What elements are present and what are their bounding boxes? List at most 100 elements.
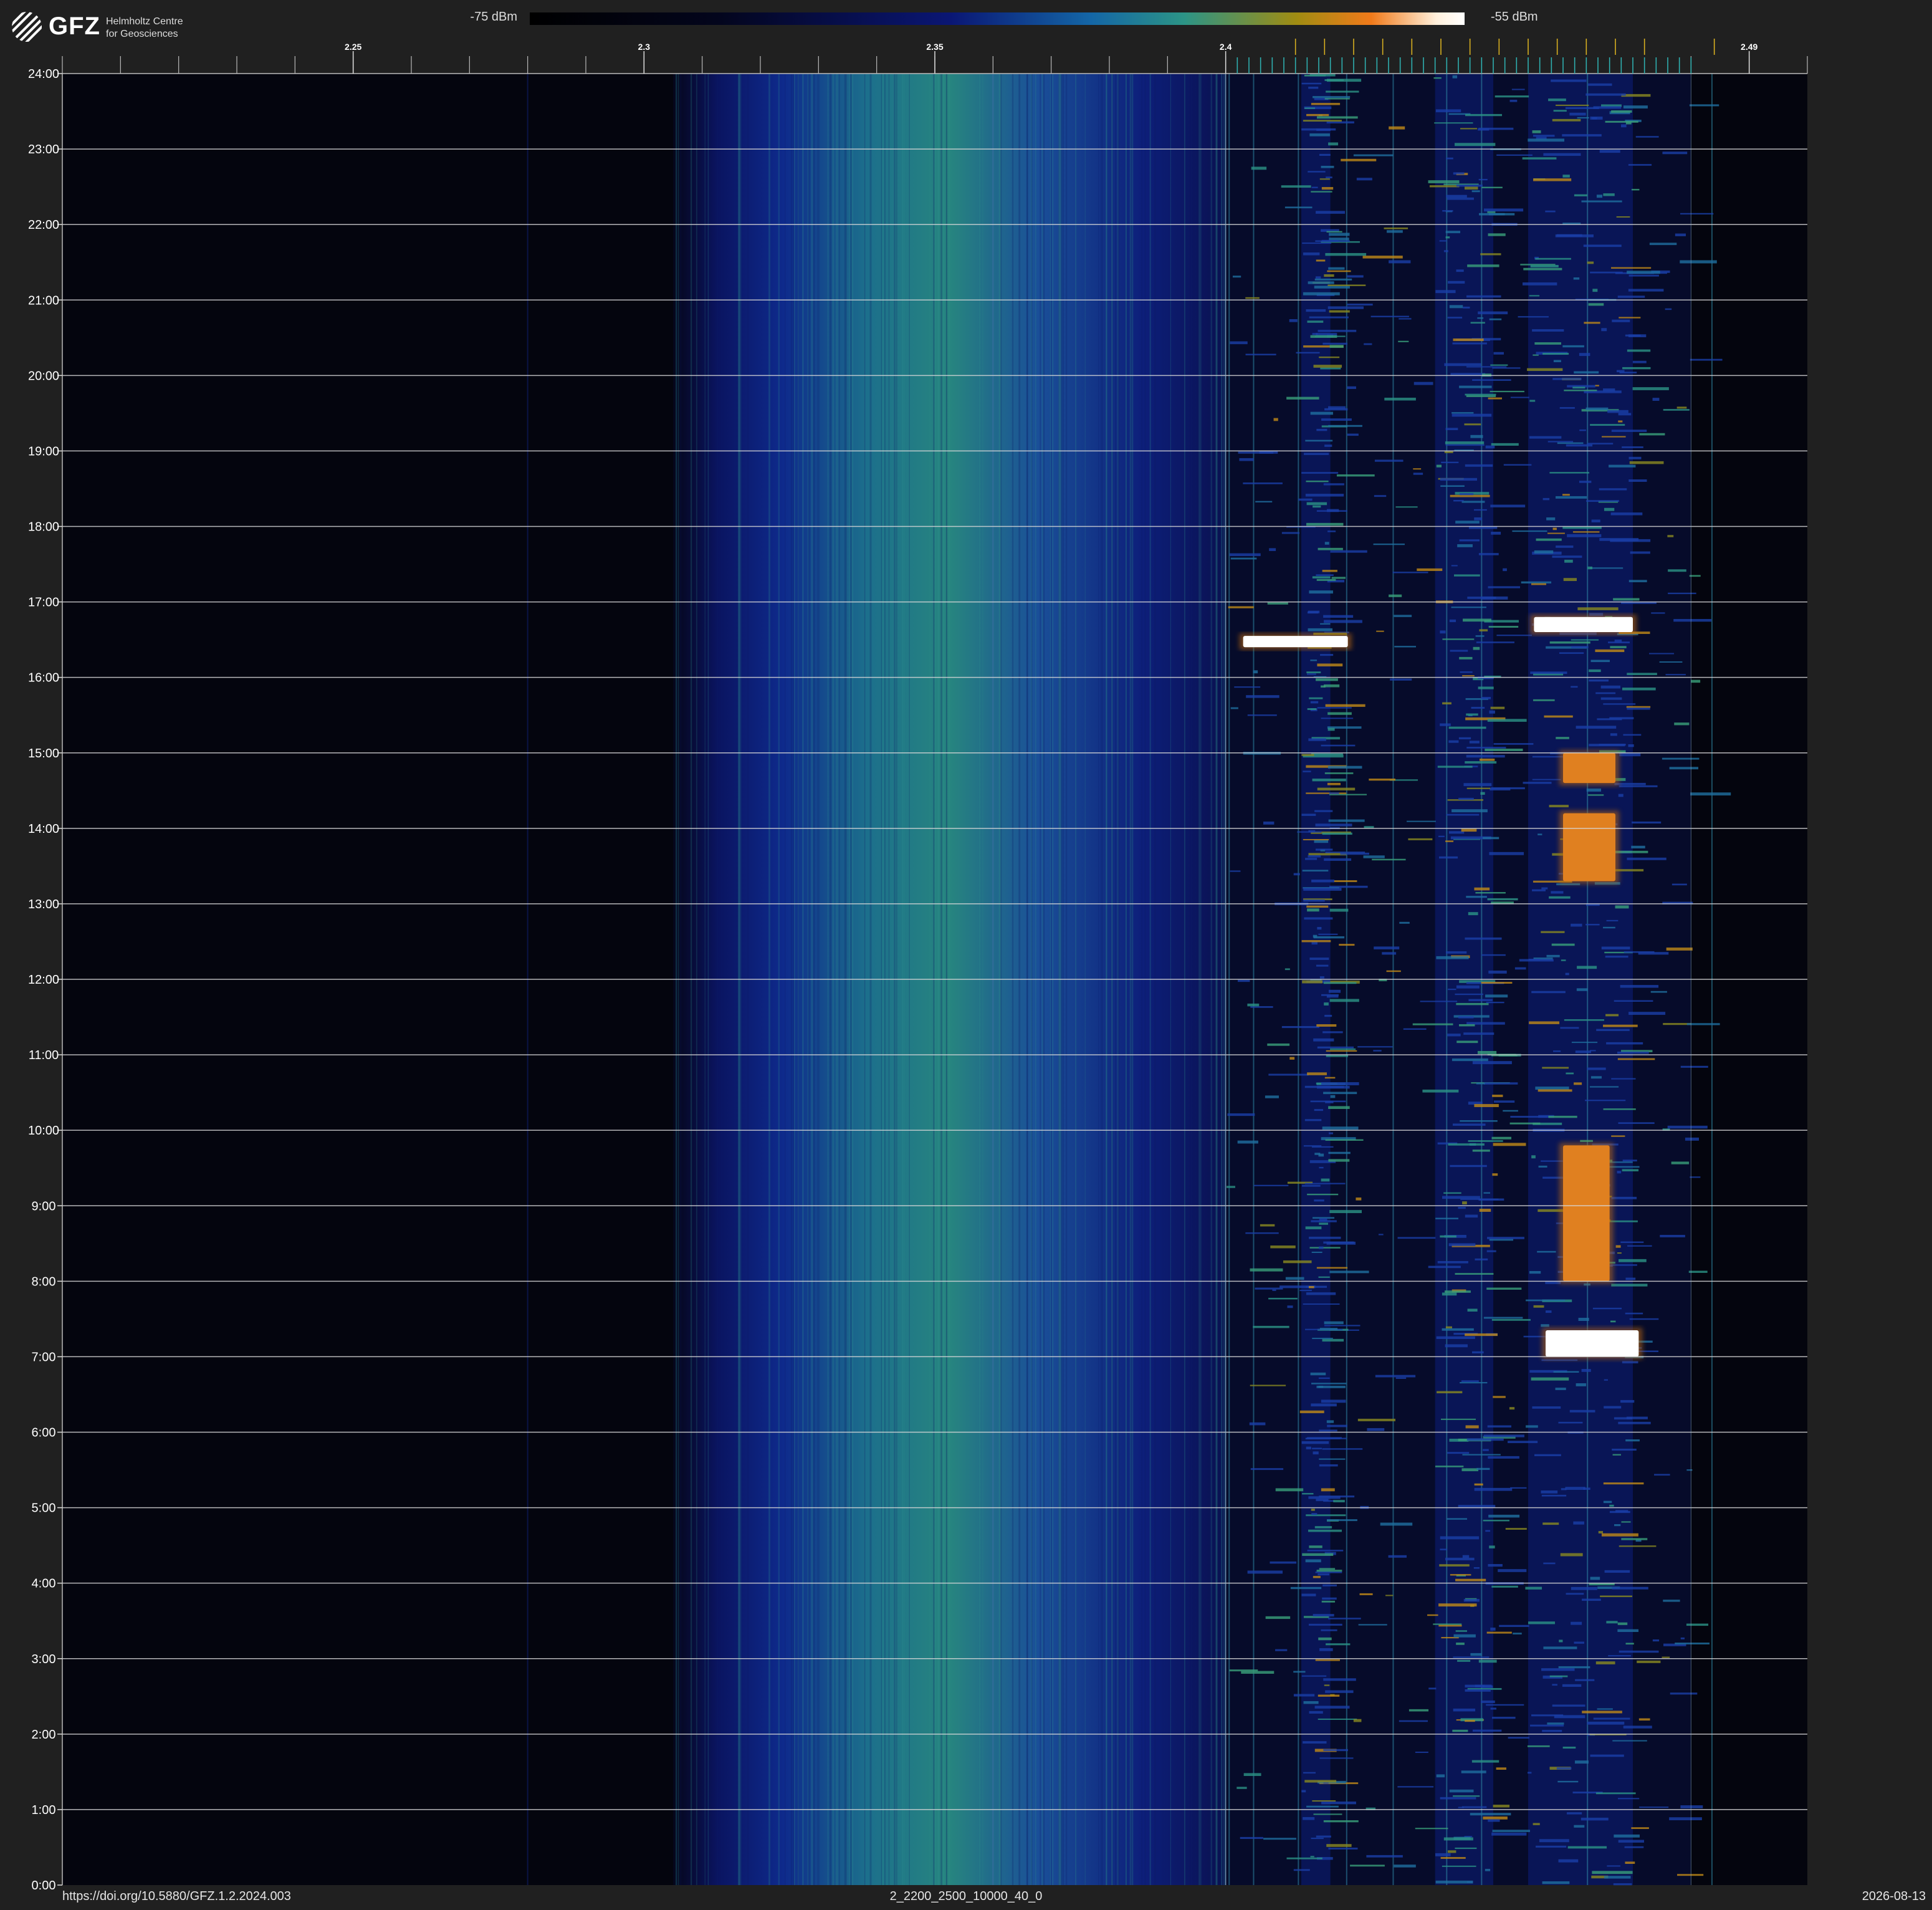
ism-burst <box>1453 574 1480 577</box>
ism-burst <box>1444 1290 1471 1293</box>
ism-burst <box>1306 113 1329 117</box>
ism-burst <box>1340 852 1369 855</box>
ism-burst <box>1527 1745 1550 1747</box>
ism-burst <box>1385 1595 1394 1596</box>
ism-burst <box>1567 534 1602 537</box>
ism-burst <box>1304 917 1333 920</box>
ism-burst <box>1459 539 1480 542</box>
ism-burst <box>1662 1656 1670 1658</box>
ism-burst <box>1534 550 1554 554</box>
ism-burst <box>1629 461 1664 464</box>
y-tick-label: 12:00 <box>28 973 59 987</box>
ism-burst <box>1309 1545 1322 1548</box>
y-tick-label: 7:00 <box>32 1350 56 1364</box>
ism-burst <box>1619 1545 1657 1547</box>
ism-burst <box>1488 626 1519 628</box>
ism-burst <box>1394 1864 1416 1868</box>
ism-burst <box>1556 104 1589 107</box>
ism-burst <box>1492 1830 1530 1832</box>
strong-signal <box>1546 1330 1639 1357</box>
ism-burst <box>1635 136 1659 138</box>
ism-burst <box>1390 678 1412 681</box>
ism-burst <box>1327 727 1335 731</box>
ism-burst <box>1323 1749 1348 1752</box>
ism-burst <box>1303 120 1342 122</box>
ism-burst <box>1284 206 1313 209</box>
ism-burst <box>1553 110 1567 112</box>
ism-burst <box>1301 1675 1327 1677</box>
ism-burst <box>1328 1159 1350 1162</box>
ism-burst <box>1247 714 1277 716</box>
ism-burst <box>1307 1193 1339 1196</box>
ism-burst <box>1428 1265 1461 1269</box>
ism-burst <box>1347 433 1359 436</box>
ism-burst <box>1649 242 1677 246</box>
ism-burst <box>1283 1260 1312 1264</box>
ism-burst <box>1323 1241 1354 1244</box>
ism-burst <box>1386 970 1401 972</box>
ism-burst <box>1556 545 1574 548</box>
ism-burst <box>1445 441 1485 444</box>
ism-burst <box>1415 1751 1428 1754</box>
ism-burst <box>1556 1767 1572 1770</box>
ism-burst <box>1680 1805 1703 1808</box>
ism-burst <box>1293 1869 1310 1871</box>
ism-burst <box>1488 971 1507 974</box>
ism-burst <box>1595 649 1625 653</box>
ism-burst <box>1473 509 1487 511</box>
ism-burst <box>1552 1684 1557 1686</box>
ism-burst <box>1323 1092 1357 1095</box>
ism-burst <box>1466 755 1505 758</box>
ism-burst <box>1478 178 1488 181</box>
ism-burst <box>1549 472 1590 474</box>
ism-burst <box>1615 1510 1628 1512</box>
ism-burst <box>1311 1837 1324 1840</box>
ism-burst <box>1685 1137 1700 1141</box>
ism-burst <box>1490 1627 1496 1631</box>
ism-burst <box>1605 956 1628 958</box>
ism-burst <box>1614 640 1622 643</box>
ism-burst <box>1626 1416 1648 1419</box>
ism-burst <box>1665 674 1686 676</box>
ism-burst <box>1466 787 1491 789</box>
ism-burst <box>1619 1259 1647 1262</box>
ism-burst <box>1542 1881 1570 1884</box>
y-tick-label: 14:00 <box>28 822 59 836</box>
ism-burst <box>1296 352 1320 354</box>
ism-burst <box>1610 539 1651 542</box>
ism-burst <box>1529 1270 1541 1274</box>
ism-burst <box>1627 1245 1652 1247</box>
ism-burst <box>1245 1232 1279 1234</box>
ism-burst <box>1448 1143 1485 1146</box>
ism-burst <box>1311 753 1343 756</box>
ism-burst <box>1319 1757 1354 1759</box>
ism-burst <box>1629 1318 1659 1320</box>
ism-burst <box>1587 443 1614 444</box>
ism-burst <box>1599 744 1626 746</box>
ism-burst <box>1461 1770 1486 1773</box>
ism-burst <box>1451 607 1486 608</box>
ism-burst <box>1461 501 1485 503</box>
ism-burst <box>1603 388 1615 391</box>
ism-burst <box>1309 957 1329 960</box>
ism-burst <box>1322 1126 1359 1130</box>
ism-burst <box>1586 500 1620 502</box>
ism-burst <box>1325 1139 1364 1141</box>
ism-burst <box>1600 1595 1633 1598</box>
ism-burst <box>1532 130 1541 133</box>
ism-burst <box>1312 1800 1336 1802</box>
ism-burst <box>1428 1687 1437 1690</box>
ism-burst <box>1293 873 1300 876</box>
ism-burst <box>1476 641 1514 643</box>
ism-burst <box>1317 330 1357 332</box>
ism-burst <box>1463 618 1491 622</box>
ism-burst <box>1585 407 1609 411</box>
ism-burst <box>1676 406 1687 409</box>
ism-burst <box>1304 1119 1322 1121</box>
ism-burst <box>1321 685 1326 688</box>
ism-burst <box>1269 548 1276 551</box>
ism-burst <box>1588 303 1604 306</box>
ism-burst <box>1329 794 1367 795</box>
ism-burst <box>1471 190 1480 193</box>
ism-burst <box>1612 1448 1637 1451</box>
